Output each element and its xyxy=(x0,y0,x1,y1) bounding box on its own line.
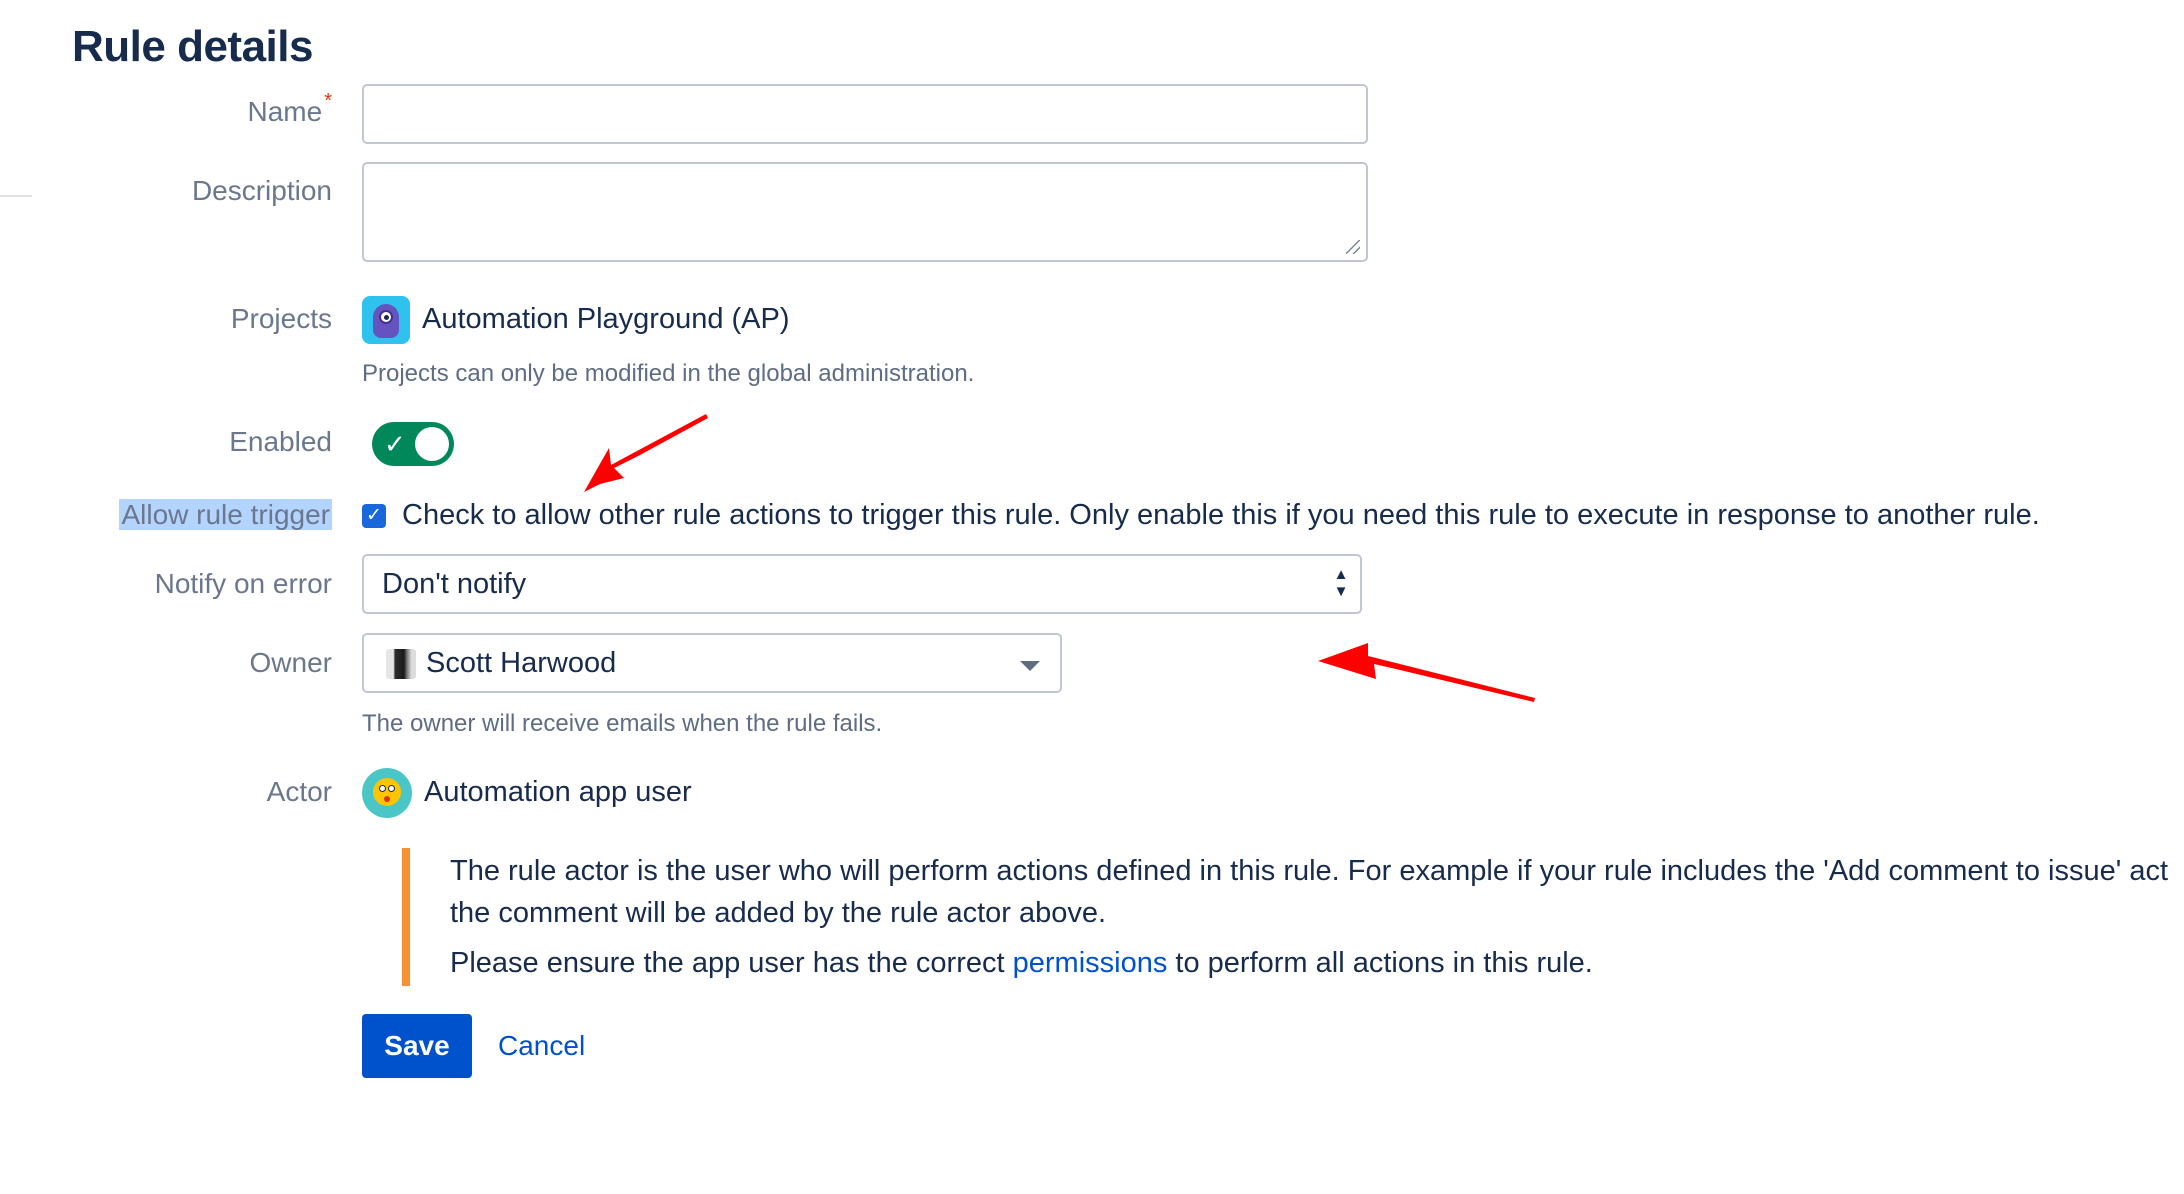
toggle-knob xyxy=(415,427,449,461)
enabled-toggle[interactable]: ✓ xyxy=(372,422,454,466)
note-accent-bar xyxy=(402,848,410,986)
owner-label: Owner xyxy=(249,647,332,678)
chevron-down-icon[interactable] xyxy=(1020,661,1040,671)
description-textarea[interactable] xyxy=(362,162,1368,262)
select-arrows-icon: ▲ ▼ xyxy=(1333,566,1349,600)
project-monster-icon xyxy=(362,296,410,344)
notify-selected-value: Don't notify xyxy=(382,568,527,600)
save-button[interactable]: Save xyxy=(362,1014,472,1078)
projects-help-text: Projects can only be modified in the glo… xyxy=(362,360,975,387)
allow-rule-trigger-text: Check to allow other rule actions to tri… xyxy=(402,499,2040,531)
permissions-link[interactable]: permissions xyxy=(1013,947,1168,979)
allow-rule-trigger-label: Allow rule trigger xyxy=(119,499,332,530)
page-title: Rule details xyxy=(72,22,313,71)
required-marker: * xyxy=(324,90,332,112)
owner-help-text: The owner will receive emails when the r… xyxy=(362,710,883,737)
actor-note-line3: Please ensure the app user has the corre… xyxy=(450,947,1593,979)
annotation-arrow-1 xyxy=(584,414,708,492)
project-name: Automation Playground (AP) xyxy=(422,303,790,335)
actor-note-line1: The rule actor is the user who will perf… xyxy=(450,855,2169,887)
description-label: Description xyxy=(191,175,332,206)
owner-select[interactable]: Scott Harwood xyxy=(362,633,1062,693)
actor-note-line2: the comment will be added by the rule ac… xyxy=(450,897,1107,929)
name-label: Name * xyxy=(247,90,333,127)
allow-rule-trigger-checkbox[interactable]: ✓ xyxy=(362,504,386,528)
bot-avatar-icon xyxy=(362,768,412,818)
actor-label: Actor xyxy=(266,776,332,807)
projects-label: Projects xyxy=(230,303,332,334)
cancel-button[interactable]: Cancel xyxy=(488,1014,595,1078)
name-input[interactable] xyxy=(362,84,1368,144)
notify-on-error-select[interactable]: Don't notify ▲ ▼ xyxy=(362,554,1362,614)
divider xyxy=(0,195,32,197)
owner-avatar xyxy=(386,649,416,679)
actor-name: Automation app user xyxy=(424,776,692,808)
owner-selected-value: Scott Harwood xyxy=(426,647,617,679)
annotation-arrow-2 xyxy=(1318,643,1535,702)
enabled-label: Enabled xyxy=(229,426,332,457)
check-icon: ✓ xyxy=(384,429,406,459)
notify-on-error-label: Notify on error xyxy=(154,568,332,599)
resize-handle-icon[interactable] xyxy=(1346,240,1360,254)
